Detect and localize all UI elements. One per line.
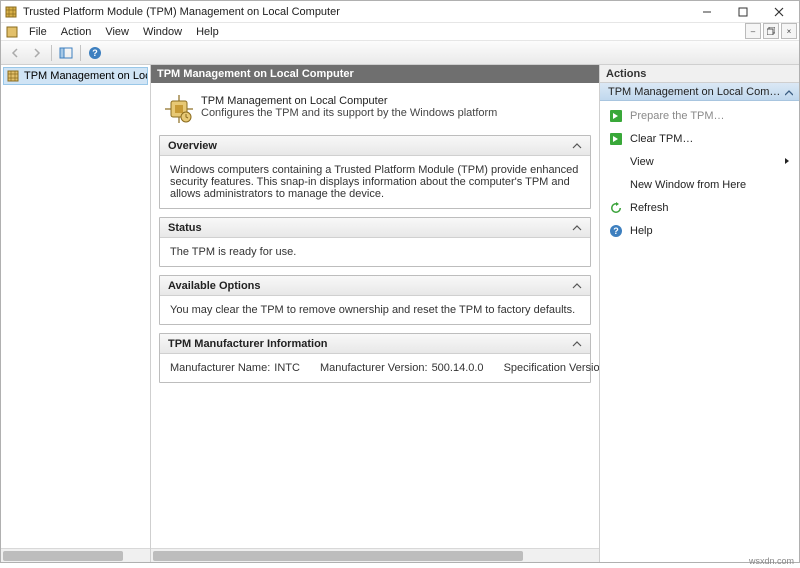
system-icon[interactable] xyxy=(5,25,19,39)
mfg-name-label: Manufacturer Name: xyxy=(170,362,270,374)
action-new-window[interactable]: New Window from Here xyxy=(602,174,797,196)
menu-file[interactable]: File xyxy=(23,25,53,39)
action-view[interactable]: View xyxy=(602,151,797,173)
status-body: The TPM is ready for use. xyxy=(160,238,590,266)
actions-header: Actions xyxy=(600,65,799,83)
collapse-icon xyxy=(572,281,582,291)
menu-action[interactable]: Action xyxy=(55,25,98,39)
action-label: Prepare the TPM… xyxy=(630,110,725,122)
maximize-button[interactable] xyxy=(725,2,761,22)
mfg-title: TPM Manufacturer Information xyxy=(168,338,328,350)
mdi-minimize-button[interactable]: – xyxy=(745,23,761,39)
status-header[interactable]: Status xyxy=(160,218,590,238)
action-label: Clear TPM… xyxy=(630,133,693,145)
collapse-icon xyxy=(572,339,582,349)
action-label: Refresh xyxy=(630,202,669,214)
tpm-chip-icon xyxy=(165,95,193,123)
toolbar: ? xyxy=(1,41,799,65)
tree-item-label: TPM Management on Local Compu xyxy=(24,70,148,82)
actions-pane: Actions TPM Management on Local Computer… xyxy=(599,65,799,562)
details-header: TPM Management on Local Computer xyxy=(151,65,599,83)
action-label: View xyxy=(630,156,654,168)
action-clear-tpm[interactable]: Clear TPM… xyxy=(602,128,797,150)
action-help[interactable]: ? Help xyxy=(602,220,797,242)
menubar: File Action View Window Help – × xyxy=(1,23,799,41)
actions-list: Prepare the TPM… Clear TPM… View New Win… xyxy=(600,101,799,246)
intro-text: TPM Management on Local Computer Configu… xyxy=(201,95,497,119)
svg-text:?: ? xyxy=(613,226,619,236)
window-buttons xyxy=(689,2,797,22)
action-label: Help xyxy=(630,225,653,237)
intro-block: TPM Management on Local Computer Configu… xyxy=(159,91,591,127)
mfg-name-value: INTC xyxy=(274,362,300,374)
submenu-arrow-icon xyxy=(783,156,791,168)
back-button xyxy=(5,43,25,63)
toolbar-separator xyxy=(51,45,52,61)
mfg-spec-label: Specification Version: xyxy=(504,362,599,374)
menu-window[interactable]: Window xyxy=(137,25,188,39)
collapse-up-icon xyxy=(785,88,793,96)
tree-scrollbar[interactable] xyxy=(1,548,150,562)
watermark: wsxdn.com xyxy=(749,556,794,566)
collapse-icon xyxy=(572,223,582,233)
mfg-header[interactable]: TPM Manufacturer Information xyxy=(160,334,590,354)
content-area: TPM Management on Local Compu TPM Manage… xyxy=(1,65,799,562)
refresh-icon xyxy=(608,200,624,216)
menu-help[interactable]: Help xyxy=(190,25,225,39)
titlebar: Trusted Platform Module (TPM) Management… xyxy=(1,1,799,23)
toolbar-separator-2 xyxy=(80,45,81,61)
mfg-version-value: 500.14.0.0 xyxy=(432,362,484,374)
details-body: TPM Management on Local Computer Configu… xyxy=(151,83,599,548)
options-header[interactable]: Available Options xyxy=(160,276,590,296)
actions-subheader[interactable]: TPM Management on Local Computer xyxy=(600,83,799,101)
collapse-icon xyxy=(572,141,582,151)
mdi-buttons: – × xyxy=(745,23,797,39)
mmc-window: Trusted Platform Module (TPM) Management… xyxy=(0,0,800,563)
status-title: Status xyxy=(168,222,202,234)
tree-item-tpm-root[interactable]: TPM Management on Local Compu xyxy=(3,67,148,85)
window-title: Trusted Platform Module (TPM) Management… xyxy=(23,6,689,18)
tree: TPM Management on Local Compu xyxy=(1,65,150,548)
intro-title: TPM Management on Local Computer xyxy=(201,95,497,107)
mdi-restore-button[interactable] xyxy=(763,23,779,39)
close-button[interactable] xyxy=(761,2,797,22)
intro-subtitle: Configures the TPM and its support by th… xyxy=(201,107,497,119)
show-hide-tree-button[interactable] xyxy=(56,43,76,63)
action-label: New Window from Here xyxy=(630,179,746,191)
tpm-app-icon xyxy=(3,4,19,20)
overview-title: Overview xyxy=(168,140,217,152)
tree-pane: TPM Management on Local Compu xyxy=(1,65,151,562)
svg-text:?: ? xyxy=(92,48,98,58)
mfg-panel: TPM Manufacturer Information Manufacture… xyxy=(159,333,591,383)
status-panel: Status The TPM is ready for use. xyxy=(159,217,591,267)
menu-view[interactable]: View xyxy=(99,25,135,39)
arrow-right-green-icon xyxy=(608,131,624,147)
overview-body: Windows computers containing a Trusted P… xyxy=(160,156,590,208)
minimize-button[interactable] xyxy=(689,2,725,22)
action-prepare-tpm: Prepare the TPM… xyxy=(602,105,797,127)
options-title: Available Options xyxy=(168,280,261,292)
blank-icon xyxy=(608,177,624,193)
details-scrollbar[interactable] xyxy=(151,548,599,562)
arrow-right-green-icon xyxy=(608,108,624,124)
help-button[interactable]: ? xyxy=(85,43,105,63)
options-panel: Available Options You may clear the TPM … xyxy=(159,275,591,325)
help-icon: ? xyxy=(608,223,624,239)
action-refresh[interactable]: Refresh xyxy=(602,197,797,219)
details-pane: TPM Management on Local Computer TPM Man… xyxy=(151,65,599,562)
actions-subheader-label: TPM Management on Local Computer xyxy=(608,86,785,98)
mdi-close-button[interactable]: × xyxy=(781,23,797,39)
options-body: You may clear the TPM to remove ownershi… xyxy=(160,296,590,324)
mfg-body: Manufacturer Name: INTC Manufacturer Vers… xyxy=(160,354,590,382)
tpm-node-icon xyxy=(6,69,20,83)
mfg-version-label: Manufacturer Version: xyxy=(320,362,428,374)
overview-panel: Overview Windows computers containing a … xyxy=(159,135,591,209)
overview-header[interactable]: Overview xyxy=(160,136,590,156)
forward-button xyxy=(27,43,47,63)
blank-icon xyxy=(608,154,624,170)
